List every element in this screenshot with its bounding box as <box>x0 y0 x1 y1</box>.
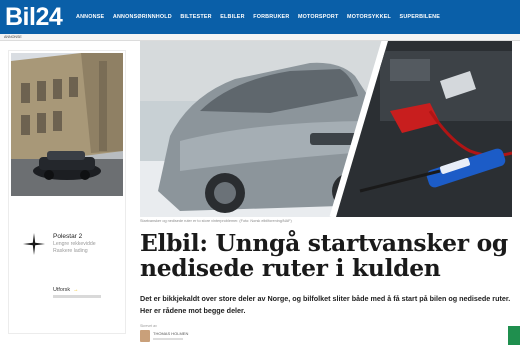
hero-photo-illustration <box>140 41 512 217</box>
author-meta <box>153 338 183 340</box>
nav-item-motorsport[interactable]: MOTORSPORT <box>298 14 339 20</box>
ad-subtitle-range: Lengre rekkevidde <box>53 241 96 247</box>
main-nav: ANNONSE ANNONSØRINNHOLD BILTESTER ELBILE… <box>76 0 449 34</box>
ad-subtitle-charging: Raskere lading <box>53 248 88 254</box>
article-hero-image[interactable] <box>140 41 512 217</box>
nav-item-motorsykkel[interactable]: MOTORSYKKEL <box>347 14 391 20</box>
nav-item-annonse[interactable]: ANNONSE <box>76 14 104 20</box>
author-name[interactable]: THOMAS HOLMEN <box>153 331 188 336</box>
ad-label-bar: ANNONSE <box>0 34 520 41</box>
article-lead: Det er bikkjekaldt over store deler av N… <box>140 294 511 315</box>
nav-item-superbilene[interactable]: SUPERBILENE <box>400 14 441 20</box>
nav-item-elbiler[interactable]: ELBILER <box>220 14 244 20</box>
ad-cta-label: Utforsk <box>53 287 71 293</box>
image-caption: Startvansker og nedisede ruter er to sto… <box>140 219 292 223</box>
ad-title: Polestar 2 <box>53 233 83 240</box>
ad-image[interactable] <box>11 53 123 196</box>
byline-label: Skrevet av <box>140 324 157 328</box>
ad-cta-link[interactable]: Utforsk → <box>53 287 78 293</box>
nav-item-biltester[interactable]: BILTESTER <box>180 14 211 20</box>
site-logo[interactable]: Bil24 <box>5 3 63 31</box>
nav-item-annonsorinnhold[interactable]: ANNONSØRINNHOLD <box>113 14 172 20</box>
share-tab[interactable] <box>508 326 520 345</box>
ad-photo-illustration <box>11 53 123 196</box>
article-headline: Elbil: Unngå startvansker og nedisede ru… <box>140 229 508 282</box>
arrow-right-icon: → <box>73 287 79 293</box>
nav-item-forbruker[interactable]: FORBRUKER <box>253 14 289 20</box>
sidebar-ad[interactable]: Polestar 2 Lengre rekkevidde Raskere lad… <box>8 50 126 334</box>
avatar[interactable] <box>140 330 150 342</box>
ad-label: ANNONSE <box>4 35 22 39</box>
site-header: Bil24 ANNONSE ANNONSØRINNHOLD BILTESTER … <box>0 0 520 34</box>
page-content: Polestar 2 Lengre rekkevidde Raskere lad… <box>0 41 520 345</box>
ad-fine-print <box>53 295 101 298</box>
polestar-logo-icon <box>19 229 49 259</box>
